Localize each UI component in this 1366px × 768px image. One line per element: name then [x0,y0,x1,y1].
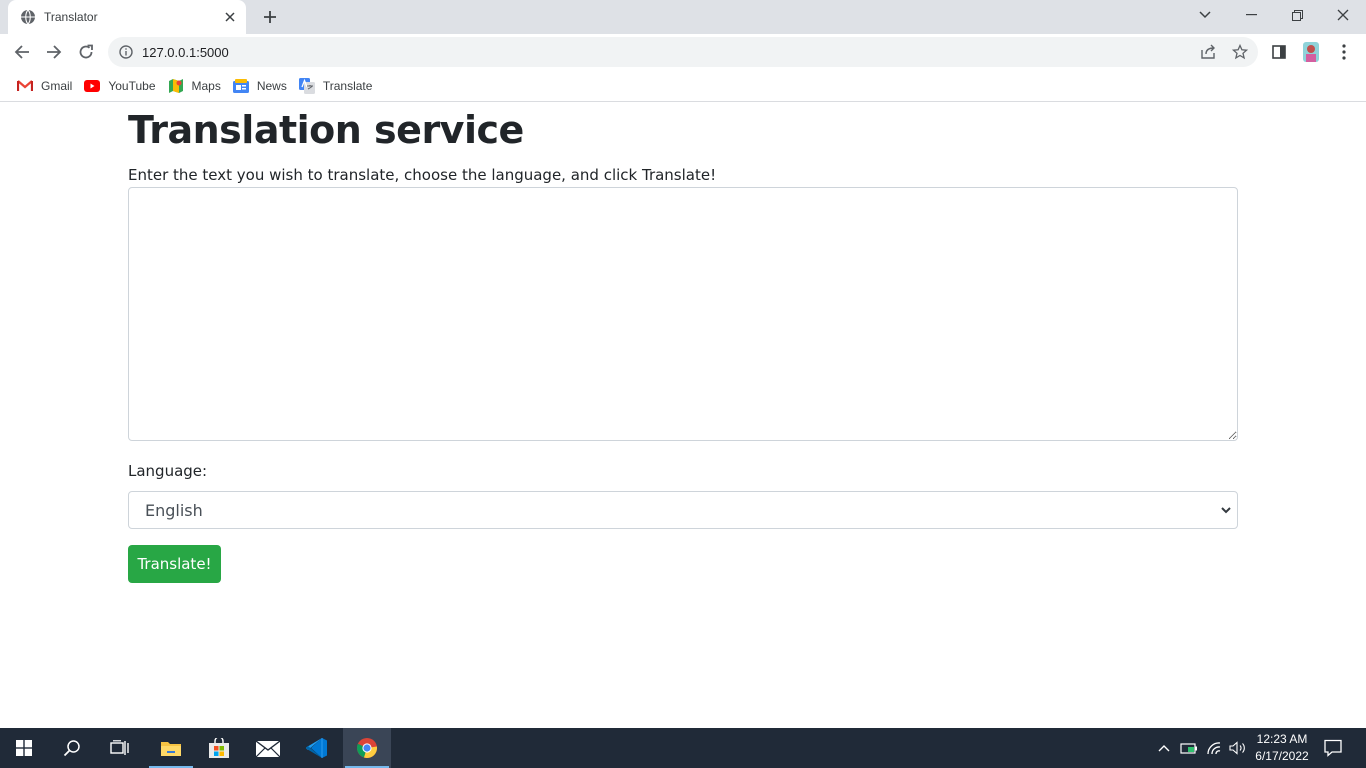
bookmark-youtube[interactable]: YouTube [79,74,160,98]
youtube-icon [84,78,101,94]
volume-icon[interactable] [1227,728,1249,768]
bookmark-label: Gmail [41,78,73,93]
close-window-icon[interactable] [1320,0,1366,30]
tab-search-icon[interactable] [1182,0,1228,30]
new-tab-button[interactable] [258,6,282,28]
bookmark-label: YouTube [108,78,156,93]
gmail-icon [17,78,33,94]
address-bar[interactable]: 127.0.0.1:5000 [108,37,1258,67]
bookmark-label: News [256,78,287,93]
wifi-icon[interactable] [1203,728,1225,768]
bookmark-gmail[interactable]: Gmail [12,74,77,98]
language-select[interactable]: English [128,491,1238,529]
search-icon[interactable] [48,728,96,768]
translate-button[interactable]: Translate! [128,545,221,583]
tab-close-icon[interactable] [222,9,238,25]
bookmark-label: Translate [322,78,373,93]
translate-icon [298,77,315,94]
vscode-icon[interactable] [293,728,341,768]
back-icon[interactable] [8,38,36,66]
site-info-icon[interactable] [118,44,134,60]
show-hidden-icons-icon[interactable] [1154,728,1174,768]
bookmark-star-icon[interactable] [1229,41,1251,63]
battery-icon[interactable] [1178,728,1200,768]
text-to-translate-input[interactable] [128,187,1238,441]
main-container: Translation service Enter the text you w… [128,103,1238,583]
more-menu-icon[interactable] [1332,40,1356,64]
bookmark-news[interactable]: News [228,74,292,98]
globe-icon [20,9,36,25]
page-content: Translation service Enter the text you w… [0,103,1366,728]
notifications-icon[interactable] [1320,728,1346,768]
chrome-icon[interactable] [343,728,391,768]
file-explorer-icon[interactable] [147,728,195,768]
minimize-icon[interactable] [1228,0,1274,30]
news-icon [232,78,249,94]
forward-icon[interactable] [40,38,68,66]
bookmark-translate[interactable]: Translate [294,74,378,98]
store-icon[interactable] [195,728,243,768]
bookmark-label: Maps [191,78,221,93]
intro-text: Enter the text you wish to translate, ch… [128,166,717,184]
bookmark-maps[interactable]: Maps [163,74,226,98]
task-view-icon[interactable] [96,728,144,768]
bookmarks-bar: Gmail YouTube Maps News Translate [0,70,1366,102]
language-selected-value: English [145,500,203,520]
tab-strip: Translator [0,0,1366,34]
profile-avatar[interactable] [1299,40,1323,64]
start-icon[interactable] [0,728,48,768]
clock-date: 6/17/2022 [1255,749,1309,763]
reload-icon[interactable] [72,38,100,66]
maps-icon [168,78,184,94]
browser-tab[interactable]: Translator [8,0,246,34]
restore-icon[interactable] [1274,0,1320,30]
url-text: 127.0.0.1:5000 [142,44,229,60]
language-label: Language: [128,462,208,480]
page-title: Translation service [128,108,524,152]
side-panel-icon[interactable] [1267,40,1291,64]
tab-title: Translator [44,10,98,24]
chevron-down-icon [1221,507,1231,514]
system-clock[interactable]: 12:23 AM 6/17/2022 [1250,731,1314,765]
share-icon[interactable] [1197,41,1219,63]
taskbar: 12:23 AM 6/17/2022 [0,728,1366,768]
mail-icon[interactable] [244,728,292,768]
clock-time: 12:23 AM [1256,732,1308,746]
browser-toolbar: 127.0.0.1:5000 [0,34,1366,70]
